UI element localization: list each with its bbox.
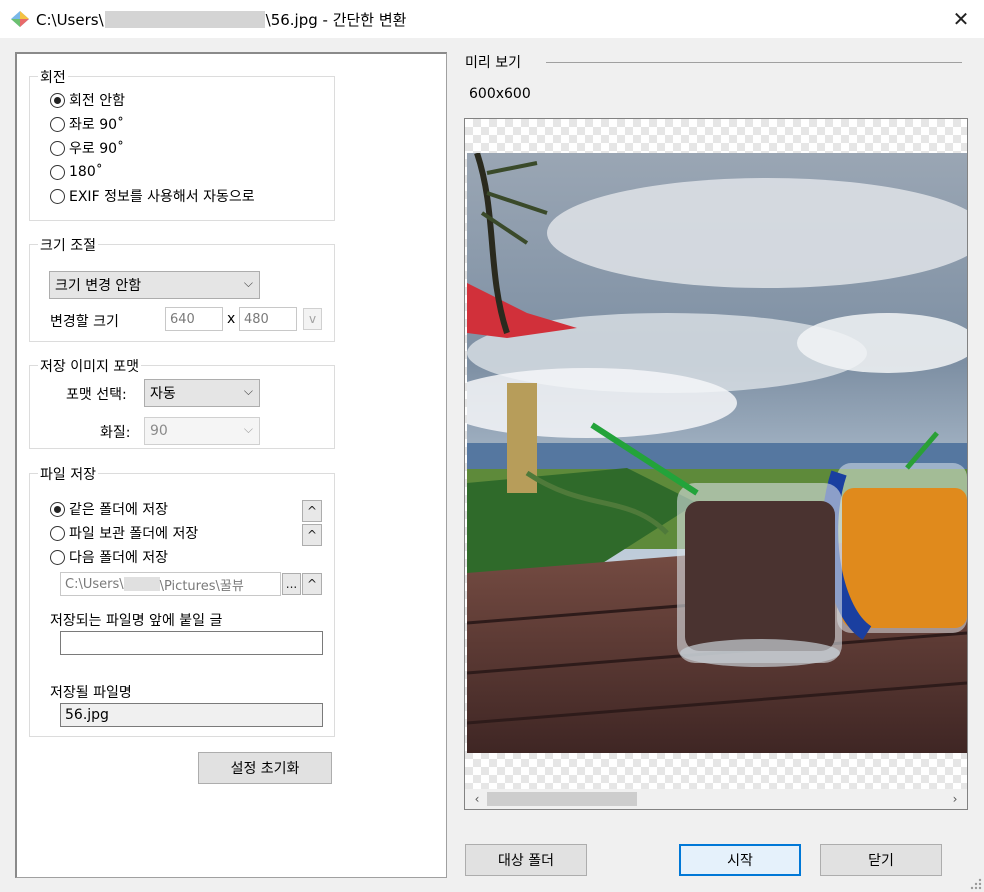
resize-times-label: x [227,311,236,327]
filename-label: 저장될 파일명 [50,685,132,701]
format-select-label: 포맷 선택: [66,387,127,403]
resize-group: 크기 조절 크기 변경 안함 ⌵ 변경할 크기 640 x 480 v [29,235,335,342]
radio-button[interactable] [50,525,65,541]
close-button[interactable]: 닫기 [820,844,942,876]
rotation-group-title: 회전 [38,67,68,87]
reset-settings-button[interactable]: 설정 초기화 [198,752,332,784]
save-folder-path-input[interactable]: C:\Users\ \Pictures\꿀뷰 [60,572,281,596]
scrollbar-thumb[interactable] [487,792,637,806]
chevron-down-icon: ⌵ [243,422,253,436]
start-button[interactable]: 시작 [679,844,801,876]
resize-ratio-button[interactable]: v [303,308,322,330]
rotation-option-180[interactable]: 180˚ [50,161,103,183]
save-option-archive-folder[interactable]: 파일 보관 폴더에 저장 [50,522,198,544]
rotation-option-right[interactable]: 우로 90˚ [50,137,124,159]
chevron-down-icon: ⌵ [243,384,253,398]
radio-button[interactable] [50,501,65,517]
save-option-next-folder[interactable]: 다음 폴더에 저장 [50,546,168,568]
close-icon[interactable]: ✕ [938,0,984,38]
prefix-label: 저장되는 파일명 앞에 붙일 글 [50,613,223,629]
resize-width-input[interactable]: 640 [165,307,223,331]
radio-button[interactable] [50,92,65,108]
rotation-option-none[interactable]: 회전 안함 [50,89,125,111]
save-group-title: 파일 저장 [38,464,98,484]
rotation-option-exif[interactable]: EXIF 정보를 사용해서 자동으로 [50,185,255,207]
resize-size-label: 변경할 크기 [50,314,119,330]
radio-button[interactable] [50,140,65,156]
app-icon [11,11,29,27]
preview-title: 미리 보기 [465,55,521,71]
format-group: 저장 이미지 포맷 포맷 선택: 자동 ⌵ 화질: 90 ⌵ [29,356,335,449]
expand-up-button[interactable]: ^ [302,500,322,522]
radio-button[interactable] [50,549,65,565]
save-group: 파일 저장 같은 폴더에 저장 파일 보관 폴더에 저장 다음 폴더에 저장 ^… [29,464,335,737]
title-path-start: C:\Users\ [36,11,104,29]
filename-output: 56.jpg [60,703,323,727]
title-path-end: \56.jpg - 간단한 변환 [265,11,407,29]
preview-frame[interactable]: ‹ › [464,118,968,810]
divider [546,62,962,63]
target-folder-button[interactable]: 대상 폴더 [465,844,587,876]
title-bar: C:\Users\ \56.jpg - 간단한 변환 ✕ [0,0,984,38]
rotation-option-left[interactable]: 좌로 90˚ [50,113,124,135]
radio-button[interactable] [50,116,65,132]
quality-label: 화질: [100,425,131,441]
prefix-input[interactable] [60,631,323,655]
folder-up-button[interactable]: ^ [302,573,322,595]
resize-height-input[interactable]: 480 [239,307,297,331]
resize-grip-icon[interactable] [970,878,982,890]
window-title: C:\Users\ \56.jpg - 간단한 변환 [36,9,406,30]
preview-image-size: 600x600 [469,86,531,102]
redacted-username [104,11,265,28]
save-option-same-folder[interactable]: 같은 폴더에 저장 [50,498,168,520]
quality-select[interactable]: 90 ⌵ [144,417,260,445]
expand-up-button[interactable]: ^ [302,524,322,546]
preview-horizontal-scrollbar[interactable]: ‹ › [465,789,967,809]
rotation-group: 회전 회전 안함 좌로 90˚ 우로 90˚ 180˚ EXIF 정보를 사용해… [29,67,335,221]
format-group-title: 저장 이미지 포맷 [38,356,142,376]
resize-mode-select[interactable]: 크기 변경 안함 ⌵ [49,271,260,299]
preview-image [467,153,967,753]
format-select[interactable]: 자동 ⌵ [144,379,260,407]
resize-group-title: 크기 조절 [38,235,98,255]
browse-folder-button[interactable]: ... [282,573,301,595]
radio-button[interactable] [50,188,65,204]
scroll-right-icon[interactable]: › [947,791,963,807]
scroll-left-icon[interactable]: ‹ [469,791,485,807]
chevron-down-icon: ⌵ [243,276,253,290]
radio-button[interactable] [50,164,65,180]
redacted-username [123,577,160,591]
settings-panel: 회전 회전 안함 좌로 90˚ 우로 90˚ 180˚ EXIF 정보를 사용해… [15,52,447,878]
